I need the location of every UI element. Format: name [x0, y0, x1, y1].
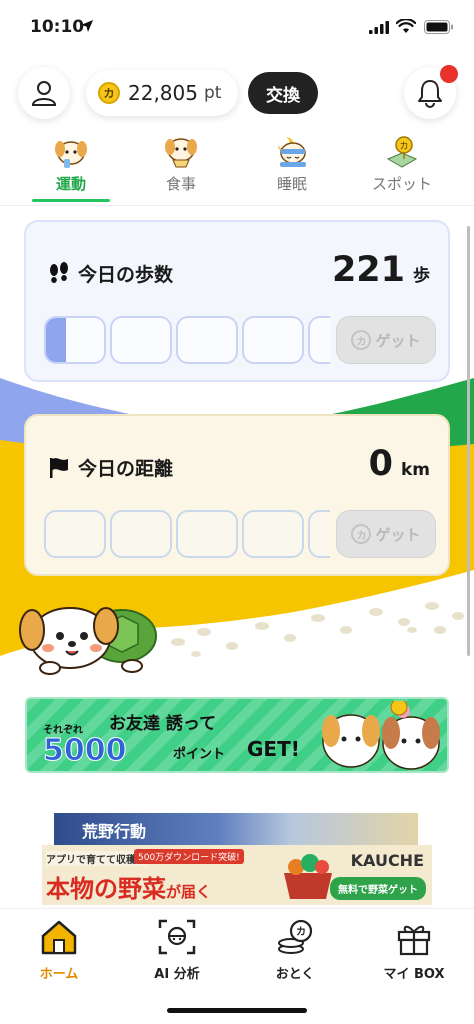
bottom-navigation: ホーム AI 分析 カ おとく マイ BOX	[0, 908, 474, 1024]
coins-icon: カ	[273, 917, 317, 957]
tab-spot[interactable]: カ スポット	[357, 135, 447, 201]
tab-label: 運動	[55, 175, 86, 193]
progress-slot	[308, 316, 330, 364]
distance-get-button[interactable]: カ ゲット	[336, 510, 436, 558]
distance-title: 今日の距離	[48, 454, 173, 481]
points-value: 22,805	[128, 81, 198, 105]
distance-count: 0	[368, 444, 393, 484]
progress-slot	[44, 510, 106, 558]
invite-friends-banner[interactable]: お友達 誘って それぞれ 5000 ポイント GET!	[25, 697, 449, 773]
spot-icon: カ	[384, 135, 420, 169]
gift-box-icon	[392, 917, 436, 957]
nav-home[interactable]: ホーム	[9, 917, 109, 982]
ad-headline: 本物の野菜が届く	[46, 869, 211, 904]
distance-title-text: 今日の距離	[78, 458, 174, 480]
tab-meal[interactable]: 食事	[136, 135, 226, 201]
steps-count: 221	[331, 250, 405, 290]
progress-slot	[242, 510, 304, 558]
tab-label: 食事	[165, 175, 196, 193]
steps-title: 今日の歩数	[48, 260, 173, 287]
banner-get-text: GET!	[247, 737, 300, 761]
wifi-icon	[396, 19, 416, 33]
progress-slot	[242, 316, 304, 364]
distance-value: 0 km	[369, 444, 430, 484]
active-tab-indicator	[32, 199, 110, 202]
tab-sleep[interactable]: 睡眠	[247, 135, 337, 201]
status-bar: 10:10	[0, 0, 474, 56]
get-label: ゲット	[375, 331, 421, 350]
profile-button[interactable]	[18, 67, 70, 119]
dog-turtle-mascot-icon	[19, 607, 157, 675]
tab-exercise[interactable]: 運動	[26, 135, 116, 201]
progress-slot	[176, 316, 238, 364]
ad-download-badge: 500万ダウンロード突破!	[134, 849, 244, 864]
distance-card: 今日の距離 0 km カ ゲット	[24, 414, 450, 576]
ad-headline-suffix: が届く	[166, 883, 212, 901]
ad-line1: アプリで育てて収穫！	[46, 851, 146, 866]
mascot-pair-icon	[322, 701, 440, 770]
coin-icon: カ	[98, 82, 120, 104]
exercise-icon	[53, 135, 89, 169]
nav-label: ホーム	[39, 967, 79, 982]
progress-slot	[110, 510, 172, 558]
distance-unit: km	[400, 460, 430, 480]
vegetable-ad-banner[interactable]: アプリで育てて収穫！ 500万ダウンロード突破! 本物の野菜が届く KAUCHE…	[42, 845, 432, 905]
status-time: 10:10	[30, 17, 85, 37]
banner-invite-text: お友達 誘って	[109, 714, 217, 734]
ad-brand: KAUCHE	[350, 851, 424, 870]
tab-divider	[0, 205, 474, 206]
exchange-button[interactable]: 交換	[248, 72, 318, 114]
svg-text:カ: カ	[296, 926, 306, 938]
flag-icon	[48, 456, 70, 480]
svg-text:カ: カ	[399, 141, 408, 152]
home-icon	[37, 917, 81, 957]
meal-icon	[163, 135, 199, 169]
notification-badge	[440, 65, 458, 83]
points-unit: pt	[203, 83, 222, 103]
steps-progress-slots	[44, 316, 330, 366]
notifications-button[interactable]	[404, 65, 458, 119]
steps-unit: 歩	[413, 266, 430, 286]
points-balance[interactable]: カ 22,805 pt	[86, 70, 238, 116]
game-ad-title: 荒野行動	[82, 822, 147, 841]
progress-slot	[44, 316, 106, 364]
nav-label: おとく	[275, 967, 315, 982]
progress-slot	[176, 510, 238, 558]
cellular-signal-icon	[369, 21, 389, 34]
home-indicator	[167, 1008, 307, 1013]
game-ad-banner[interactable]: 荒野行動	[54, 813, 418, 847]
banner-points-number: 5000	[43, 733, 127, 769]
nav-ai-analysis[interactable]: AI 分析	[127, 917, 227, 982]
location-arrow-icon	[81, 20, 93, 32]
scrollbar[interactable]	[467, 226, 470, 656]
coin-icon: カ	[351, 524, 372, 544]
steps-value: 221 歩	[332, 250, 430, 290]
vegetable-basket-icon	[284, 854, 332, 899]
nav-my-box[interactable]: マイ BOX	[364, 917, 464, 982]
distance-progress-slots	[44, 510, 330, 560]
battery-icon	[424, 20, 453, 34]
tab-label: 睡眠	[276, 175, 307, 193]
coin-icon: カ	[351, 330, 372, 350]
get-label: ゲット	[375, 525, 421, 544]
user-icon	[31, 81, 57, 106]
nav-label: AI 分析	[154, 967, 200, 982]
steps-title-text: 今日の歩数	[78, 264, 174, 286]
category-tabs: 運動 食事 睡眠 カ スポット	[0, 135, 474, 205]
progress-slot	[308, 510, 330, 558]
nav-label: マイ BOX	[383, 967, 445, 982]
ad-headline-main: 本物の野菜	[46, 875, 166, 903]
bell-icon	[418, 80, 442, 108]
steps-get-button[interactable]: カ ゲット	[336, 316, 436, 364]
footprints-icon	[48, 261, 70, 286]
progress-fill	[46, 318, 67, 362]
sleep-icon	[274, 135, 310, 169]
banner-points-label: ポイント	[173, 747, 226, 762]
ai-scan-icon	[155, 917, 199, 957]
tab-label: スポット	[371, 175, 432, 193]
progress-slot	[110, 316, 172, 364]
ad-cta-button[interactable]: 無料で野菜ゲット	[330, 877, 426, 900]
nav-deals[interactable]: カ おとく	[245, 917, 345, 982]
steps-card: 今日の歩数 221 歩 カ ゲット	[24, 220, 450, 382]
